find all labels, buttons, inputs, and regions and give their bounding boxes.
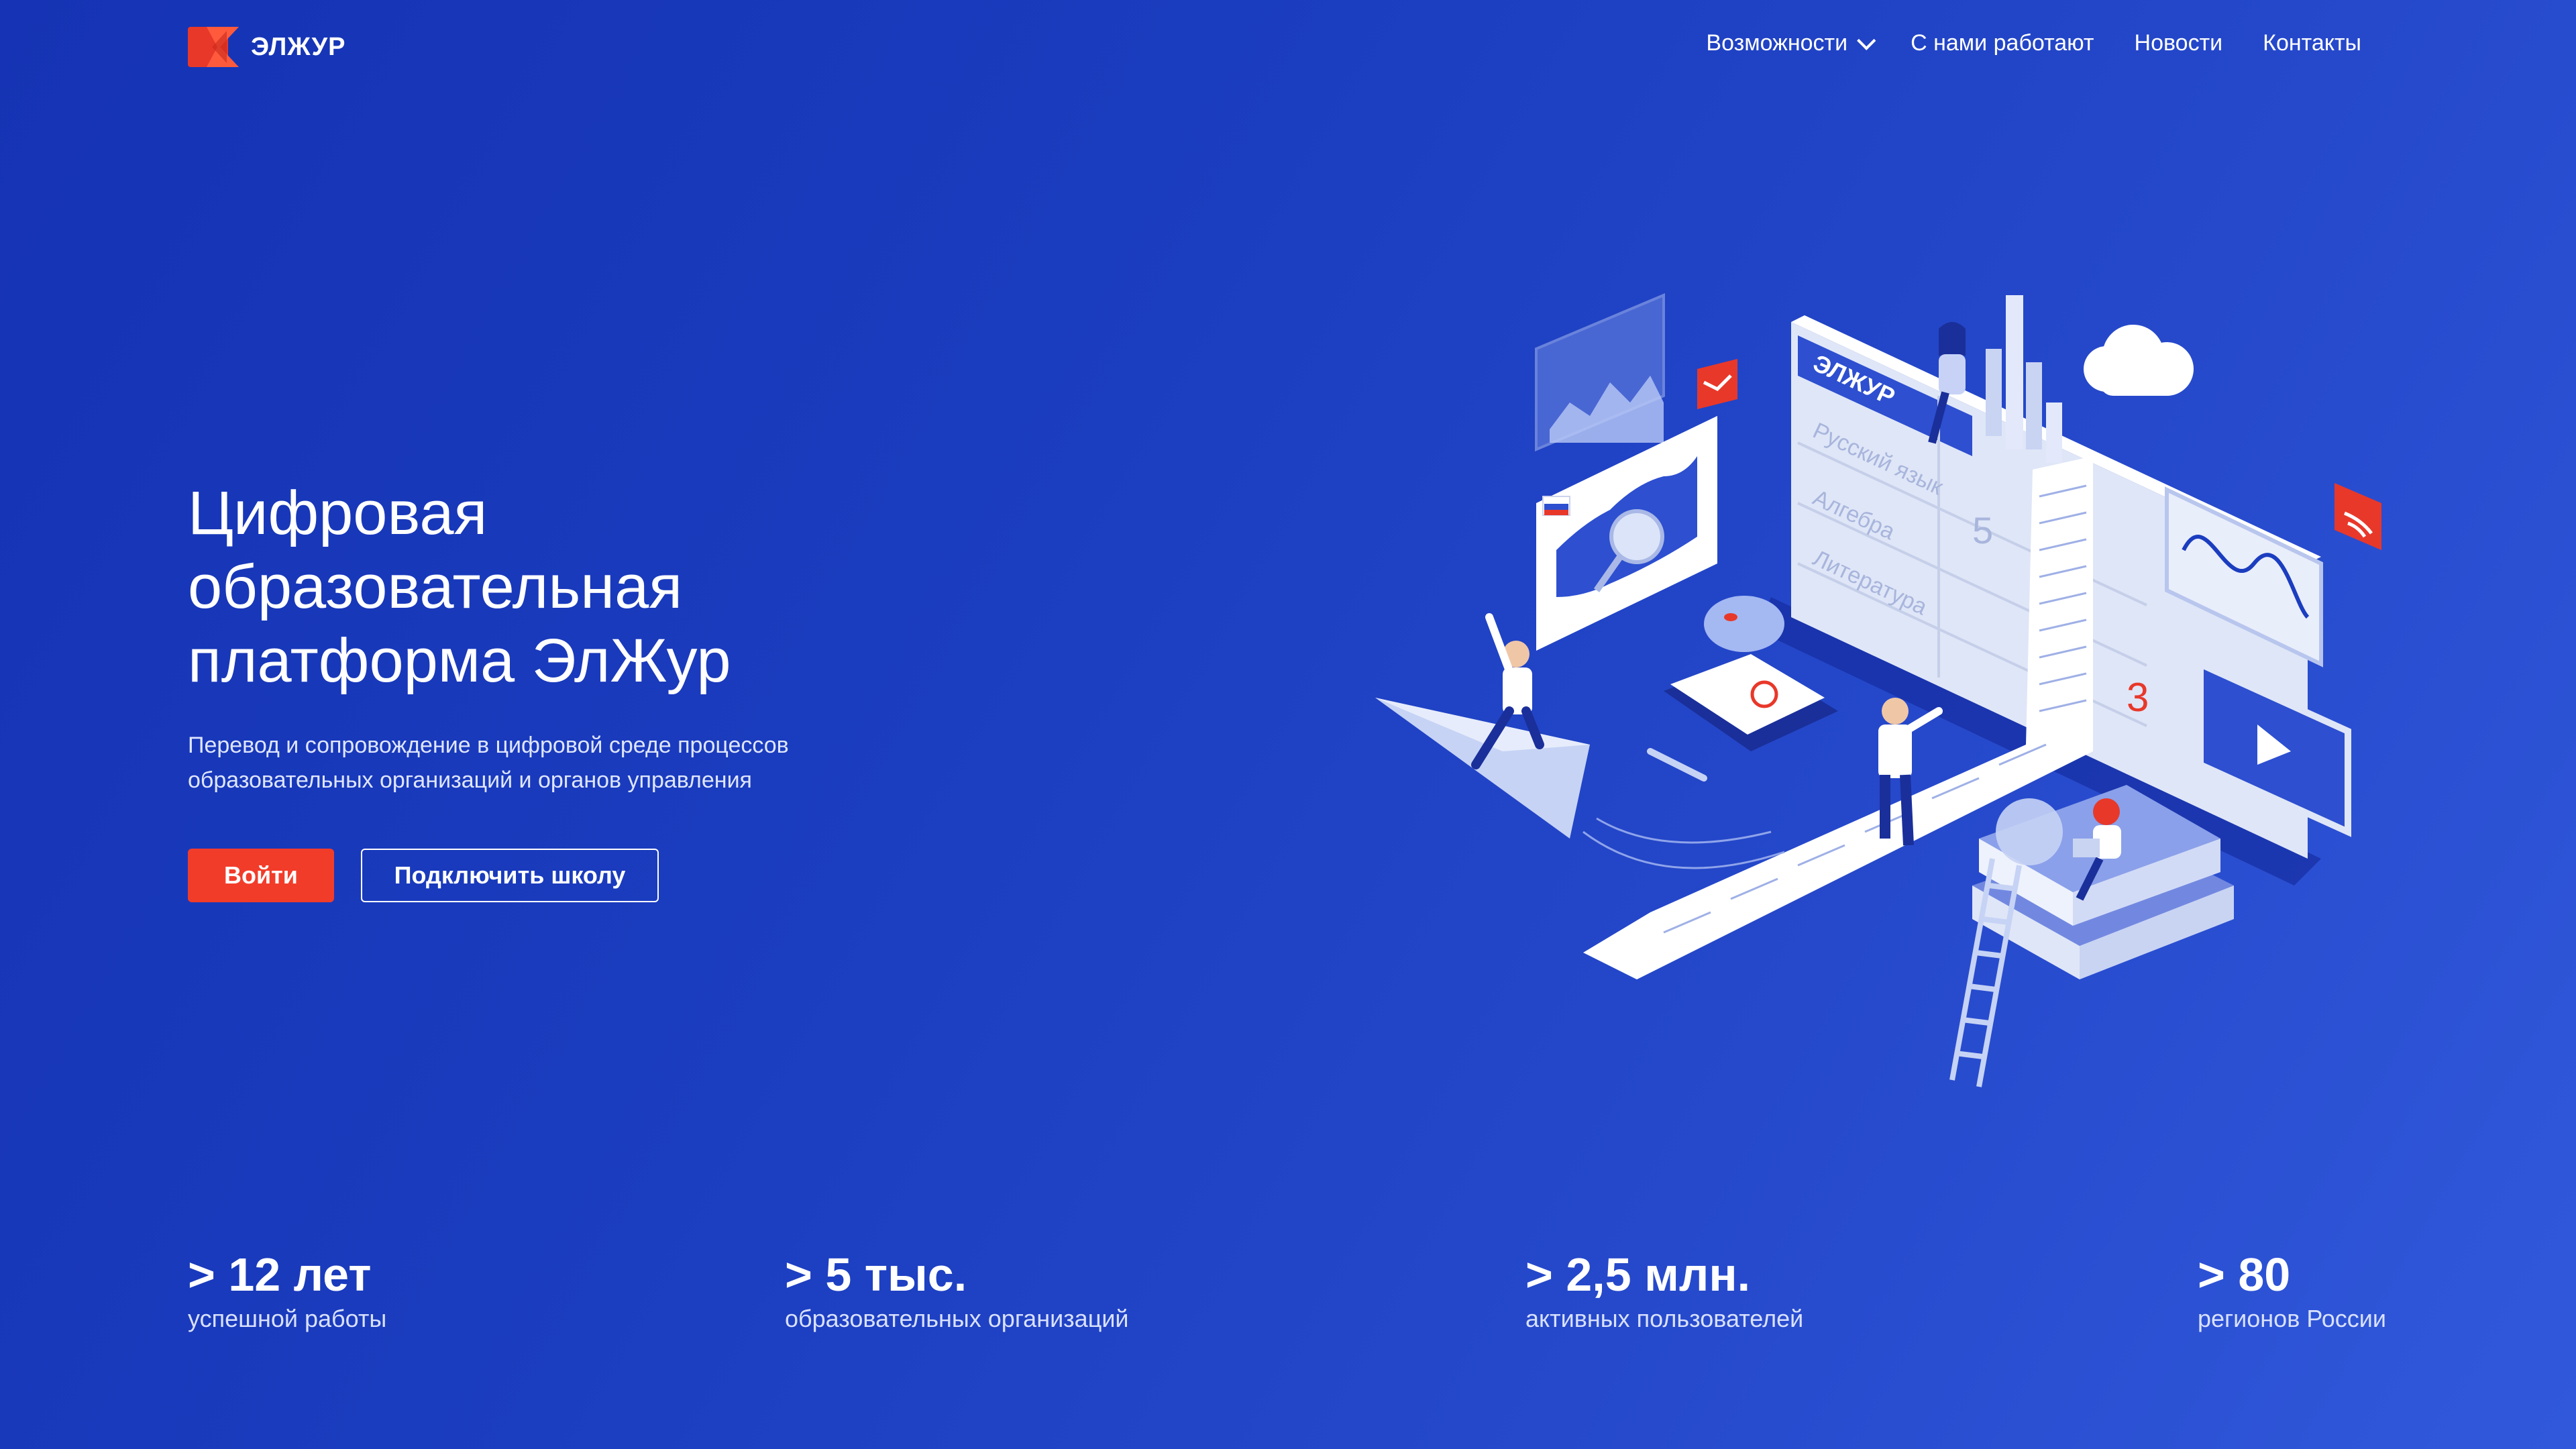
nav-item-partners[interactable]: С нами работают [1911, 30, 2094, 56]
stat-label: образовательных организаций [785, 1305, 1129, 1332]
grade-label: 5 [1972, 509, 1993, 551]
nav-item-label: Контакты [2263, 30, 2361, 56]
main-nav: Возможности С нами работают Новости Конт… [1706, 30, 2361, 56]
stat-value: > 80 [2198, 1248, 2291, 1301]
chevron-down-icon [1857, 31, 1876, 50]
hero-illustration: ЭЛЖУР Русский язык Алгебра Литература 5 … [1355, 282, 2415, 1100]
hero-title-line: образовательная [188, 553, 683, 621]
stat-value: > 5 тыс. [785, 1248, 967, 1301]
wifi-icon [2334, 483, 2381, 550]
nav-item-contacts[interactable]: Контакты [2263, 30, 2361, 56]
grade-label: 3 [2127, 675, 2149, 720]
hero-subtitle: Перевод и сопровождение в цифровой среде… [188, 728, 993, 798]
nav-item-label: Новости [2134, 30, 2223, 56]
paper-plane [1375, 698, 1590, 839]
connect-school-button[interactable]: Подключить школу [361, 849, 659, 902]
stat-value: > 2,5 млн. [1525, 1248, 1751, 1301]
logo-icon [188, 27, 239, 67]
stat-value: > 12 лет [188, 1248, 372, 1301]
stat-experience: > 12 лет успешной работы [188, 1248, 386, 1334]
nav-item-news[interactable]: Новости [2135, 30, 2223, 56]
mouse-icon [1704, 596, 1784, 652]
stat-organizations: > 5 тыс. образовательных организаций [785, 1248, 1129, 1334]
nav-item-label: Возможности [1706, 30, 1848, 56]
mail-icon [1697, 359, 1737, 409]
logo[interactable]: ЭЛЖУР [188, 27, 346, 67]
stat-label: активных пользователей [1525, 1305, 1804, 1332]
hero-subtitle-line: Перевод и сопровождение в цифровой среде… [188, 733, 789, 758]
hero-subtitle-line: образовательных организаций и органов уп… [188, 767, 752, 793]
cloud-icon [2084, 325, 2194, 396]
stat-users: > 2,5 млн. активных пользователей [1525, 1248, 1803, 1334]
login-button[interactable]: Войти [188, 849, 334, 902]
hero-title-line: платформа ЭлЖур [188, 627, 731, 695]
stat-label: успешной работы [188, 1305, 387, 1332]
stat-label: регионов России [2198, 1305, 2387, 1332]
logo-text: ЭЛЖУР [251, 32, 346, 61]
nav-item-label: С нами работают [1911, 30, 2094, 56]
hero-title-line: Цифровая [188, 479, 488, 547]
stat-regions: > 80 регионов России [2198, 1248, 2386, 1334]
hero-title: Цифровая образовательная платформа ЭлЖур [188, 476, 1060, 698]
nav-item-features[interactable]: Возможности [1706, 30, 1876, 56]
